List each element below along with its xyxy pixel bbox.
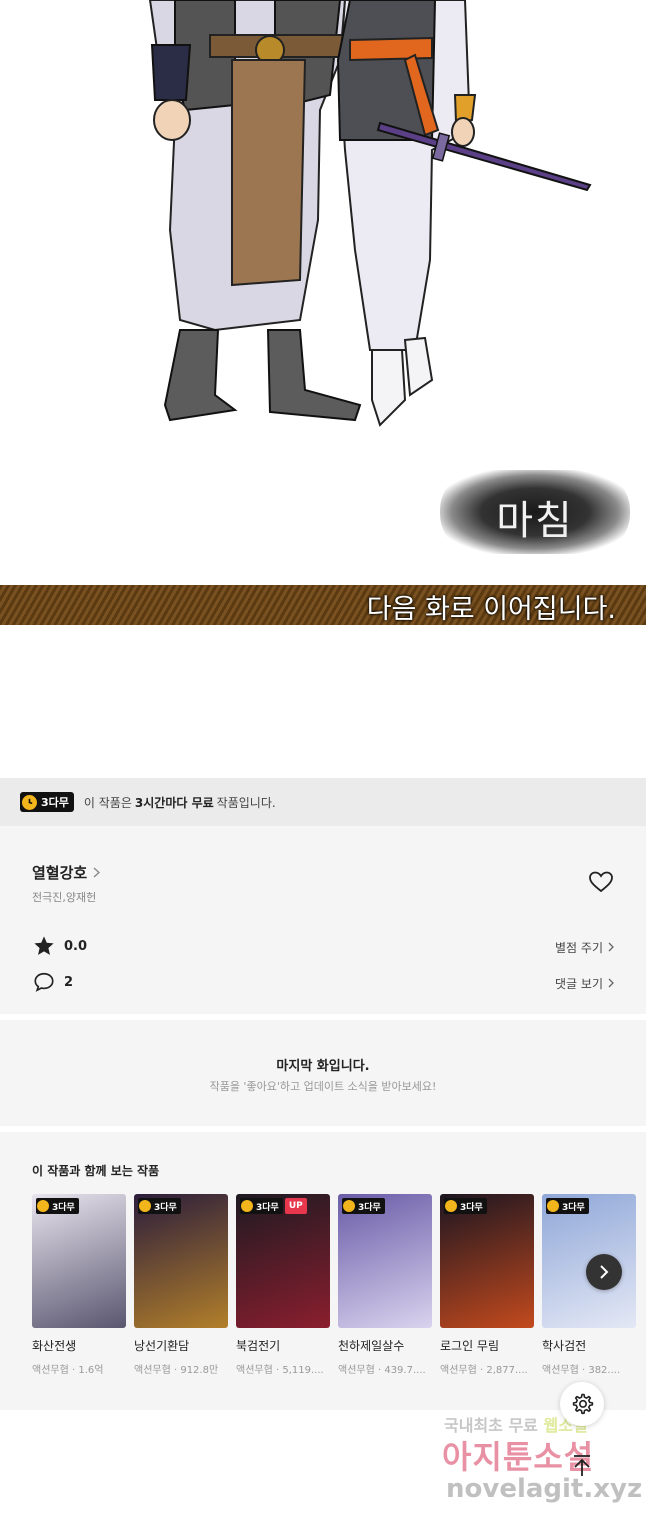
free-notice-text-bold: 3시간마다 무료: [134, 795, 214, 810]
last-episode-subtitle: 작품을 '좋아요'하고 업데이트 소식을 받아보세요!: [209, 1080, 437, 1093]
rating-value: 0.0: [64, 938, 88, 954]
recommendation-title: 낭선기환담: [134, 1339, 190, 1353]
star-icon: [32, 934, 56, 958]
watermark-line1-a: 국내최초 무료: [444, 1416, 538, 1435]
wait-free-badge-label: 3다무: [41, 796, 69, 809]
wait-free-badge-label: 3다무: [52, 1202, 75, 1213]
wait-free-badge-label: 3다무: [460, 1202, 483, 1213]
recommendation-meta: 액션무협 · 1.6억: [32, 1365, 104, 1376]
wait-free-badge: 3다무: [342, 1198, 385, 1214]
recommendation-card[interactable]: 3다무로그인 무림액션무협 · 2,877....: [440, 1194, 534, 1376]
recommendation-meta: 액션무협 · 2,877....: [440, 1365, 528, 1376]
work-title-link[interactable]: 열혈강호: [32, 862, 101, 883]
recommendation-title: 학사검전: [542, 1339, 587, 1353]
chevron-right-icon: [93, 864, 101, 882]
wait-free-badge-label: 3다무: [256, 1202, 279, 1213]
recommendation-badges: 3다무: [546, 1198, 589, 1214]
wait-free-badge: 3다무: [546, 1198, 589, 1214]
rating-row: 0.0: [32, 934, 87, 958]
work-info-panel: 열혈강호 전극진,양재헌 0.0 별점 주기 2 댓글 보기: [0, 826, 646, 1014]
watermark: 국내최초 무료 웹소설 아지툰소설 novelagit.xyz: [440, 1410, 643, 1520]
wait-free-badge: 3다무: [20, 792, 74, 812]
free-notice-text-before: 이 작품은: [83, 795, 132, 810]
work-title: 열혈강호: [32, 864, 88, 882]
wait-free-badge: 3다무: [36, 1198, 79, 1214]
wait-free-badge-label: 3다무: [358, 1202, 381, 1213]
recommendation-badges: 3다무: [342, 1198, 385, 1214]
recommendation-cover: 3다무: [32, 1194, 126, 1328]
last-episode-notice: 마지막 화입니다. 작품을 '좋아요'하고 업데이트 소식을 받아보세요!: [0, 1020, 646, 1126]
chevron-right-icon: [608, 941, 614, 955]
comment-count: 2: [64, 974, 74, 990]
last-episode-title: 마지막 화입니다.: [276, 1059, 370, 1074]
recommendation-badges: 3다무: [138, 1198, 181, 1214]
arrow-up-icon: [571, 1454, 593, 1478]
next-episode-text: 다음 화로 이어집니다.: [366, 594, 616, 625]
recommendation-badges: 3다무 UP: [240, 1198, 307, 1214]
rate-button-label: 별점 주기: [555, 941, 603, 955]
recommendation-meta: 액션무협 · 439.7....: [338, 1365, 426, 1376]
recommendation-badges: 3다무: [36, 1198, 79, 1214]
clock-icon: [37, 1200, 49, 1212]
next-episode-band: 다음 화로 이어집니다.: [0, 585, 646, 625]
recommendation-card[interactable]: 3다무낭선기환담액션무협 · 912.8만: [134, 1194, 228, 1376]
recommendation-title: 화산전생: [32, 1339, 77, 1353]
clock-icon: [22, 794, 37, 810]
gear-icon: [570, 1392, 594, 1416]
recommendations-heading: 이 작품과 함께 보는 작품: [32, 1164, 160, 1178]
rate-button[interactable]: 별점 주기: [555, 939, 614, 956]
recommendation-title: 로그인 무림: [440, 1339, 500, 1353]
view-comments-label: 댓글 보기: [555, 977, 603, 991]
wait-free-badge-label: 3다무: [154, 1202, 177, 1213]
wait-free-badge-label: 3다무: [562, 1202, 585, 1213]
settings-button[interactable]: [560, 1382, 604, 1426]
recommendations-section: 이 작품과 함께 보는 작품 3다무 화산전생 액션무협 · 1.6억 3다무 낭선기환…: [0, 1132, 646, 1410]
comment-icon: [32, 970, 56, 994]
recommendation-card[interactable]: 3다무 UP 북검전기액션무협 · 5,119....: [236, 1194, 330, 1376]
chevron-right-icon: [599, 1264, 609, 1280]
end-mark: 마침: [440, 470, 630, 554]
clock-icon: [241, 1200, 253, 1212]
comic-panel: 마침 다음 화로 이어집니다.: [0, 0, 646, 640]
clock-icon: [445, 1200, 457, 1212]
scroll-top-button[interactable]: [566, 1450, 598, 1482]
chevron-right-icon: [608, 977, 614, 991]
recommendation-cover: 3다무 UP: [236, 1194, 330, 1328]
clock-icon: [139, 1200, 151, 1212]
view-comments-button[interactable]: 댓글 보기: [555, 975, 614, 992]
recommendation-card[interactable]: 3다무천하제일살수액션무협 · 439.7....: [338, 1194, 432, 1376]
recommendation-cover: 3다무: [338, 1194, 432, 1328]
recommendation-cover: 3다무: [134, 1194, 228, 1328]
free-notice-text-after: 작품입니다.: [216, 795, 276, 810]
clock-icon: [547, 1200, 559, 1212]
end-mark-text: 마침: [496, 498, 574, 544]
recommendation-card[interactable]: 3다무학사검전액션무협 · 382....: [542, 1194, 636, 1376]
recommendation-meta: 액션무협 · 382....: [542, 1365, 621, 1376]
carousel-next-button[interactable]: [586, 1254, 622, 1290]
recommendation-badges: 3다무: [444, 1198, 487, 1214]
recommendation-cover: 3다무: [440, 1194, 534, 1328]
wait-free-badge: 3다무: [444, 1198, 487, 1214]
heart-icon[interactable]: [588, 870, 614, 894]
recommendation-meta: 액션무협 · 912.8만: [134, 1365, 219, 1376]
wait-free-badge: 3다무: [138, 1198, 181, 1214]
recommendation-title: 북검전기: [236, 1339, 281, 1353]
comment-row: 2: [32, 970, 73, 994]
wait-free-badge: 3다무: [240, 1198, 283, 1214]
free-notice-bar: 3다무 이 작품은 3시간마다 무료 작품입니다.: [0, 778, 646, 826]
watermark-line3: novelagit.xyz: [446, 1474, 643, 1504]
work-authors: 전극진,양재헌: [32, 891, 97, 904]
clock-icon: [343, 1200, 355, 1212]
recommendation-card[interactable]: 3다무화산전생액션무협 · 1.6억: [32, 1194, 126, 1376]
recommendation-meta: 액션무협 · 5,119....: [236, 1365, 324, 1376]
update-badge: UP: [284, 1198, 307, 1214]
recommendation-title: 천하제일살수: [338, 1339, 405, 1353]
